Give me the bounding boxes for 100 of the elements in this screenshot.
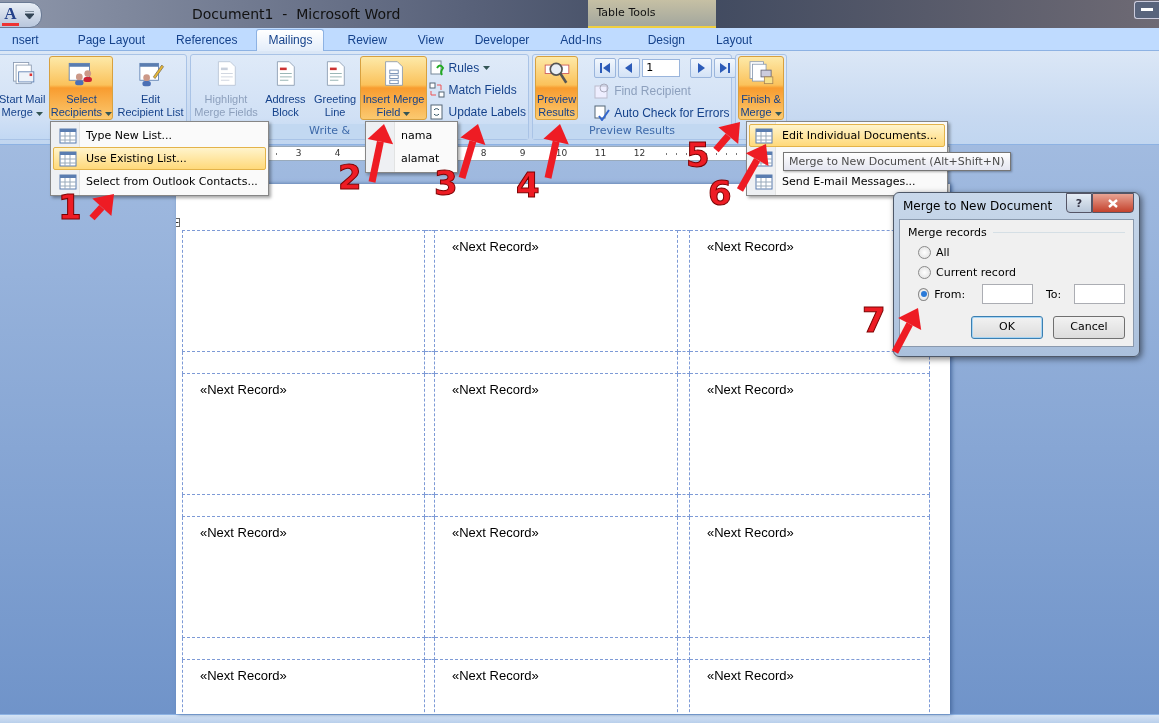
ribbon-tab[interactable]: Review: [335, 29, 399, 50]
next-record-button[interactable]: [690, 58, 713, 78]
ribbon-tab[interactable]: References: [164, 29, 250, 50]
help-button[interactable]: ?: [1066, 193, 1092, 213]
context-tab-group-label: Table Tools: [588, 0, 717, 28]
radio-button[interactable]: [918, 245, 931, 259]
arrow-pointer: [458, 124, 486, 179]
caret-icon: [403, 112, 411, 116]
arrow-pointer: [89, 194, 114, 221]
group-label: Write &: [309, 124, 351, 137]
dialog-button[interactable]: OK: [971, 316, 1043, 339]
input-field[interactable]: [982, 284, 1033, 304]
caret-icon: [483, 65, 491, 70]
ribbon-button[interactable]: Insert Merge Field: [360, 56, 427, 120]
dialog-title: Merge to New Document: [902, 199, 1054, 213]
list-icon: [58, 150, 77, 167]
minimize-button[interactable]: [1134, 1, 1159, 19]
menu-item[interactable]: Edit Individual Documents...: [749, 124, 945, 147]
merge-field-text: «Next Record»: [452, 525, 539, 540]
first-record-icon: [600, 63, 611, 73]
arrow-pointer: [367, 124, 394, 183]
radio-label[interactable]: From:: [934, 287, 966, 301]
ribbon-button[interactable]: Address Block: [261, 56, 310, 120]
ribbon-tab[interactable]: Mailings: [256, 29, 325, 51]
step-number: 1: [58, 190, 82, 224]
ribbon-tab[interactable]: View: [405, 29, 456, 50]
step-number: 6: [708, 176, 732, 210]
merge-field-text: «Next Record»: [707, 382, 794, 397]
find-list-icon: [594, 82, 611, 99]
menu-item[interactable]: nama: [368, 124, 455, 147]
caret-icon: [105, 112, 113, 116]
input-field[interactable]: [1074, 284, 1125, 304]
customize-dropdown-icon[interactable]: [24, 11, 34, 19]
previous-record-button[interactable]: [618, 58, 641, 78]
list-icon: [58, 173, 77, 190]
ribbon-tab[interactable]: Design: [635, 29, 698, 50]
menu-item[interactable]: alamat: [368, 147, 455, 170]
close-button[interactable]: [1092, 193, 1134, 213]
ribbon-tab[interactable]: Layout: [704, 29, 765, 50]
dialog-button[interactable]: Cancel: [1053, 316, 1125, 339]
ribbon-button[interactable]: Select Recipients: [49, 56, 114, 120]
radio-button[interactable]: [918, 287, 930, 301]
ribbon-tab[interactable]: Add-Ins: [548, 29, 614, 50]
ruler-number: 12: [631, 148, 648, 158]
font-color-button[interactable]: A: [2, 4, 19, 26]
ribbon-button[interactable]: Edit Recipient List: [115, 56, 186, 120]
linked-fields-icon: [428, 81, 445, 98]
step-number: 5: [686, 138, 710, 172]
ribbon-tab[interactable]: nsert: [0, 29, 51, 50]
radio-button[interactable]: [918, 265, 931, 279]
ribbon-tab[interactable]: Page Layout: [65, 29, 158, 50]
merge-field-text: «Next Record»: [452, 382, 539, 397]
step-number: 7: [862, 303, 886, 337]
ribbon-button[interactable]: Finish & Merge: [738, 56, 784, 120]
record-number-field[interactable]: 1: [642, 59, 681, 77]
ribbon-button[interactable]: Update Labels: [428, 102, 526, 121]
merge-field-text: «Next Record»: [707, 239, 794, 254]
next-record-icon: [696, 63, 707, 73]
menu-item[interactable]: Type New List...: [53, 124, 266, 147]
menu-item[interactable]: Send E-mail Messages...: [749, 170, 945, 193]
menu-item[interactable]: Select from Outlook Contacts...: [53, 170, 266, 193]
radio-label[interactable]: All: [936, 245, 950, 259]
merge-field-text: «Next Record»: [200, 525, 287, 540]
ruler-number: 8: [478, 148, 489, 158]
checkmark-document-icon: [594, 104, 611, 121]
first-record-button[interactable]: [594, 58, 617, 78]
merge-field-text: «Next Record»: [707, 668, 794, 683]
arrow-pointer: [891, 308, 922, 354]
ruler-number: 4: [332, 148, 343, 158]
ribbon-button[interactable]: Auto Check for Errors: [594, 103, 737, 122]
tooltip: Merge to New Document (Alt+Shift+N): [783, 152, 1011, 171]
minimize-icon: [1141, 8, 1153, 12]
last-record-button[interactable]: [714, 58, 737, 78]
ruler-number: 9: [517, 148, 528, 158]
ribbon-button[interactable]: Greeting Line: [311, 56, 359, 120]
merge-field-text: «Next Record»: [452, 239, 539, 254]
caret-icon: [35, 112, 43, 116]
list-icon: [754, 173, 773, 190]
document-check-icon: [428, 59, 445, 76]
ribbon-button[interactable]: Start Mail Merge: [0, 56, 48, 120]
last-record-icon: [720, 63, 731, 73]
arrow-pointer: [543, 124, 569, 179]
close-icon: [1108, 198, 1118, 208]
group-label: Merge records: [908, 226, 987, 239]
ribbon-button[interactable]: Rules: [428, 58, 526, 77]
menu-item[interactable]: Use Existing List...: [53, 147, 266, 170]
ribbon-button[interactable]: Match Fields: [428, 80, 526, 99]
merge-field-text: «Next Record»: [452, 668, 539, 683]
window-title: Document1 - Microsoft Word: [192, 5, 401, 24]
radio-label[interactable]: Current record: [936, 265, 1016, 279]
group-label: Preview Results: [588, 124, 675, 137]
ribbon-tab[interactable]: Developer: [462, 29, 542, 50]
list-icon: [58, 127, 77, 144]
ruler-number: 3: [293, 148, 304, 158]
merge-field-text: «Next Record»: [200, 668, 287, 683]
ruler-number: 11: [592, 148, 609, 158]
list-icon: [754, 127, 773, 144]
ribbon-button[interactable]: Preview Results: [535, 56, 579, 120]
merge-field-text: «Next Record»: [707, 525, 794, 540]
step-number: 2: [338, 160, 362, 194]
